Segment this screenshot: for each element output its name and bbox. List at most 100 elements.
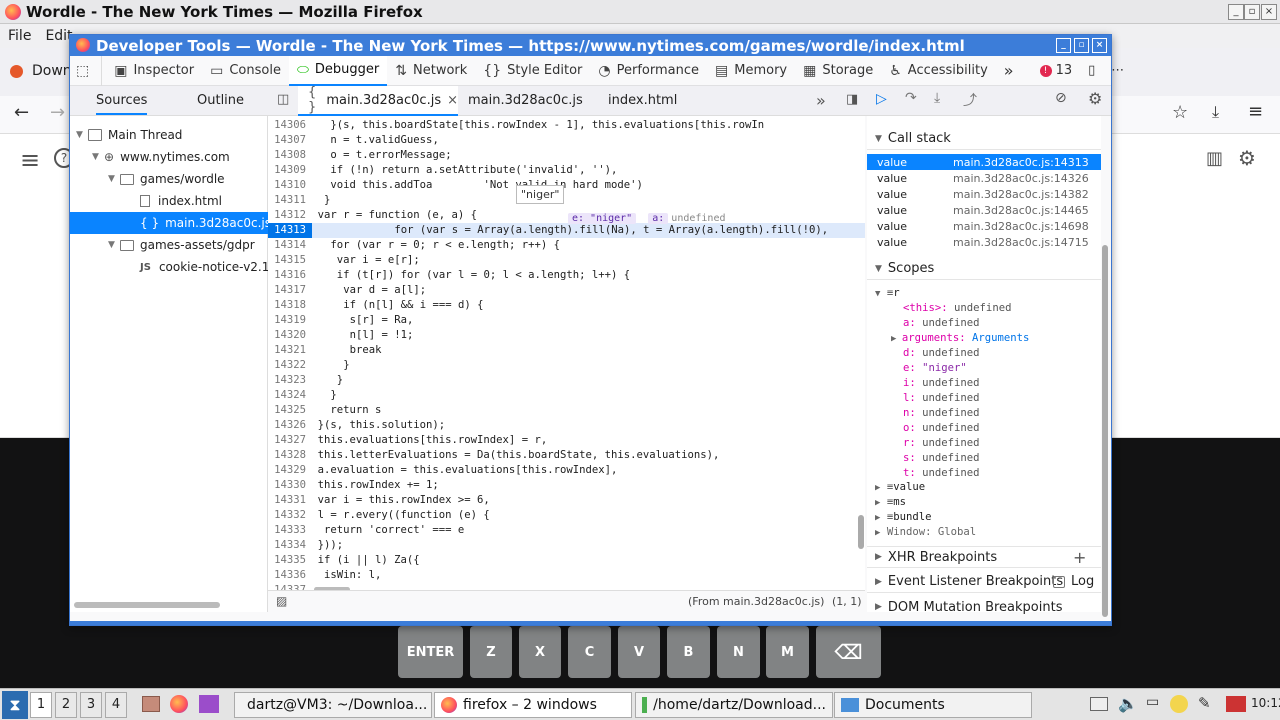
error-count[interactable]: ! 13 <box>1032 56 1081 86</box>
scope-block-ms[interactable]: ▶ ≡ms <box>875 495 906 510</box>
line-number[interactable]: 14310 <box>268 178 310 193</box>
pretty-print-icon[interactable]: ▨ <box>276 594 287 608</box>
app-launcher-icon[interactable] <box>199 695 219 713</box>
taskbar-firefox[interactable]: firefox – 2 windows <box>434 692 632 718</box>
dom-mutation-header[interactable]: ▶ DOM Mutation Breakpoints <box>867 596 1101 618</box>
sources-tab[interactable]: Sources <box>96 93 148 115</box>
tab-accessibility[interactable]: ♿ Accessibility <box>881 56 996 86</box>
call-stack-frame[interactable]: value main.3d28ac0c.js:14698 <box>867 218 1101 234</box>
tree-main-thread[interactable]: ▼ Main Thread <box>70 124 268 146</box>
scope-variable[interactable]: a: undefined <box>903 316 980 331</box>
maximize-button[interactable]: ▫ <box>1244 4 1260 20</box>
tab-network[interactable]: ⇅ Network <box>387 56 475 86</box>
tab-performance[interactable]: ◔ Performance <box>590 56 707 86</box>
dock-side-icon[interactable]: ▯ <box>1080 56 1103 86</box>
key-backspace[interactable]: ⌫ <box>816 626 881 678</box>
taskbar-terminal[interactable]: dartz@VM3: ~/Downloa... <box>234 692 432 718</box>
line-number[interactable]: 14314 <box>268 238 310 253</box>
wordle-menu-icon[interactable]: ≡ <box>20 146 40 174</box>
line-number[interactable]: 14333 <box>268 523 310 538</box>
scope-variable[interactable]: <this>: undefined <box>903 301 1011 316</box>
scope-variable[interactable]: ▶ arguments: Arguments <box>891 331 1029 346</box>
tray-tools-icon[interactable]: ✎ <box>1198 694 1211 712</box>
tree-folder-gdpr[interactable]: ▼ games-assets/gdpr <box>70 234 268 256</box>
scope-variable[interactable]: s: undefined <box>903 451 980 466</box>
line-number[interactable]: 14306 <box>268 118 310 133</box>
scope-variable[interactable]: l: undefined <box>903 391 980 406</box>
deactivate-breakpoints-icon[interactable]: ⊘ <box>1055 90 1067 106</box>
line-number[interactable]: 14324 <box>268 388 310 403</box>
devtools-minimize-button[interactable]: _ <box>1056 38 1071 53</box>
line-number[interactable]: 14335 <box>268 553 310 568</box>
line-number[interactable]: 14311 <box>268 193 310 208</box>
toggle-sidebar-icon[interactable]: ◫ <box>277 92 289 107</box>
line-number[interactable]: 14321 <box>268 343 310 358</box>
tabs-overflow-icon[interactable]: » <box>816 91 826 110</box>
taskbar-documents[interactable]: Documents <box>834 692 1032 718</box>
source-origin[interactable]: (From main.3d28ac0c.js) <box>688 595 824 608</box>
scope-variable[interactable]: o: undefined <box>903 421 980 436</box>
workspace-3[interactable]: 3 <box>80 692 102 718</box>
back-icon[interactable]: ← <box>14 102 29 123</box>
call-stack-header[interactable]: ▼ Call stack <box>867 128 1101 150</box>
file-tab-active[interactable]: { } main.3d28ac0c.js × <box>298 85 458 116</box>
call-stack-frame[interactable]: value main.3d28ac0c.js:14326 <box>867 170 1101 186</box>
line-number[interactable]: 14330 <box>268 478 310 493</box>
scope-r[interactable]: ▼ ≡r <box>875 286 900 301</box>
tray-network-icon[interactable] <box>1226 696 1246 712</box>
line-number[interactable]: 14334 <box>268 538 310 553</box>
tree-folder-wordle[interactable]: ▼ games/wordle <box>70 168 268 190</box>
horizontal-scrollbar[interactable] <box>74 602 220 608</box>
code-editor[interactable]: 14306}(s, this.boardState[this.rowIndex … <box>268 116 865 590</box>
tab-memory[interactable]: ▤ Memory <box>707 56 795 86</box>
start-menu-icon[interactable]: ⧗ <box>2 691 28 719</box>
minimize-button[interactable]: _ <box>1228 4 1244 20</box>
log-checkbox[interactable] <box>1053 576 1065 588</box>
tab-style-editor[interactable]: {} Style Editor <box>475 56 590 86</box>
call-stack-frame[interactable]: value main.3d28ac0c.js:14313 <box>867 154 1101 170</box>
outline-tab[interactable]: Outline <box>197 93 244 108</box>
step-out-icon[interactable]: ⤴ <box>963 90 977 110</box>
scope-block-value[interactable]: ▶ ≡value <box>875 480 925 495</box>
tab-storage[interactable]: ▦ Storage <box>795 56 881 86</box>
devtools-maximize-button[interactable]: ▫ <box>1074 38 1089 53</box>
line-number[interactable]: 14317 <box>268 283 310 298</box>
stats-icon[interactable]: ▥ <box>1206 148 1223 169</box>
tab-downloads[interactable]: Down <box>32 63 72 79</box>
file-manager-launcher-icon[interactable] <box>142 696 160 712</box>
key-b[interactable]: B <box>667 626 710 678</box>
line-number[interactable]: 14313 <box>268 223 314 238</box>
tab-console[interactable]: ▭ Console <box>202 56 289 86</box>
line-number[interactable]: 14320 <box>268 328 310 343</box>
line-number[interactable]: 14325 <box>268 403 310 418</box>
forward-icon[interactable]: → <box>50 102 65 123</box>
line-number[interactable]: 14312 <box>268 208 310 223</box>
file-tab-3[interactable]: index.html <box>608 93 677 108</box>
close-tab-icon[interactable]: × <box>447 93 458 108</box>
resume-icon[interactable]: ▷ <box>876 91 887 107</box>
xhr-breakpoints-header[interactable]: ▶ XHR Breakpoints + <box>867 546 1101 568</box>
tab-inspector[interactable]: ▣ Inspector <box>106 56 202 86</box>
line-number[interactable]: 14308 <box>268 148 310 163</box>
event-listener-header[interactable]: ▶ Event Listener Breakpoints Log <box>867 571 1101 593</box>
devtools-menu-icon[interactable]: ⋯ <box>1103 56 1132 86</box>
file-tab-2[interactable]: main.3d28ac0c.js <box>468 93 583 108</box>
add-xhr-breakpoint-icon[interactable]: + <box>1073 548 1086 567</box>
key-m[interactable]: M <box>766 626 809 678</box>
key-z[interactable]: Z <box>470 626 512 678</box>
scope-variable[interactable]: t: undefined <box>903 466 980 481</box>
call-stack-frame[interactable]: value main.3d28ac0c.js:14715 <box>867 234 1101 250</box>
editor-vertical-scrollbar[interactable] <box>858 515 864 549</box>
line-number[interactable]: 14319 <box>268 313 310 328</box>
key-c[interactable]: C <box>568 626 611 678</box>
menu-file[interactable]: File <box>8 28 31 44</box>
scope-variable[interactable]: e: "niger" <box>903 361 967 376</box>
line-number[interactable]: 14327 <box>268 433 310 448</box>
line-number[interactable]: 14331 <box>268 493 310 508</box>
devtools-resize-bar[interactable] <box>70 621 1111 625</box>
step-over-icon[interactable]: ↷ <box>905 90 917 106</box>
call-stack-frame[interactable]: value main.3d28ac0c.js:14465 <box>867 202 1101 218</box>
bookmark-star-icon[interactable]: ☆ <box>1172 102 1188 123</box>
scopes-header[interactable]: ▼ Scopes <box>867 258 1101 280</box>
tray-volume-icon[interactable]: 🔈 <box>1118 694 1138 713</box>
